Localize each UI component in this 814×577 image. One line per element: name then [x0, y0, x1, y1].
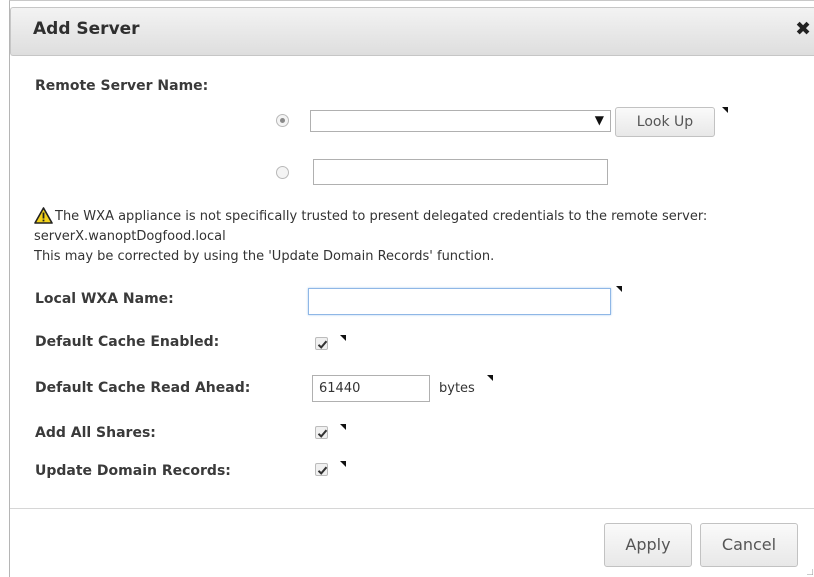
remote-server-select[interactable]: ▼ — [310, 110, 611, 132]
dialog-title-bar[interactable]: Add Server ✖ — [10, 7, 814, 56]
add-all-shares-label: Add All Shares: — [35, 425, 156, 441]
local-wxa-name-label: Local WXA Name: — [35, 291, 174, 307]
checkmark-icon — [317, 340, 328, 349]
update-domain-records-label: Update Domain Records: — [35, 463, 231, 479]
help-marker-icon[interactable] — [340, 461, 346, 467]
local-wxa-name-input[interactable] — [308, 288, 611, 315]
warning-server-name: serverX.wanoptDogfood.local — [34, 229, 226, 244]
remote-server-name-label: Remote Server Name: — [35, 78, 209, 94]
close-icon[interactable]: ✖ — [795, 20, 811, 39]
help-marker-icon[interactable] — [340, 424, 346, 430]
apply-button[interactable]: Apply — [604, 523, 692, 567]
help-marker-icon[interactable] — [340, 335, 346, 341]
update-domain-records-checkbox[interactable] — [315, 463, 328, 476]
dialog-title: Add Server — [33, 19, 140, 39]
read-ahead-input[interactable] — [312, 375, 430, 402]
chevron-down-icon: ▼ — [594, 113, 604, 127]
warning-icon — [34, 207, 53, 224]
warning-message: The WXA appliance is not specifically tr… — [55, 209, 708, 224]
remote-server-select-radio[interactable] — [276, 114, 289, 127]
add-all-shares-checkbox[interactable] — [315, 426, 328, 439]
resize-handle-icon[interactable] — [807, 569, 813, 575]
remote-server-text-input[interactable] — [313, 159, 608, 185]
footer-divider — [10, 508, 814, 509]
read-ahead-unit: bytes — [439, 381, 475, 396]
checkmark-icon — [317, 429, 328, 438]
help-marker-icon[interactable] — [487, 375, 493, 381]
default-cache-read-ahead-label: Default Cache Read Ahead: — [35, 380, 251, 396]
checkmark-icon — [317, 466, 328, 475]
add-server-dialog: Add Server ✖ Remote Server Name: ▼ Look … — [9, 0, 814, 577]
default-cache-enabled-label: Default Cache Enabled: — [35, 334, 220, 350]
warning-hint: This may be corrected by using the 'Upda… — [34, 249, 495, 264]
cancel-button[interactable]: Cancel — [700, 523, 798, 567]
help-marker-icon[interactable] — [722, 107, 728, 113]
default-cache-enabled-checkbox[interactable] — [315, 337, 328, 350]
look-up-button[interactable]: Look Up — [615, 107, 715, 137]
remote-server-text-radio[interactable] — [276, 166, 289, 179]
help-marker-icon[interactable] — [616, 286, 622, 292]
